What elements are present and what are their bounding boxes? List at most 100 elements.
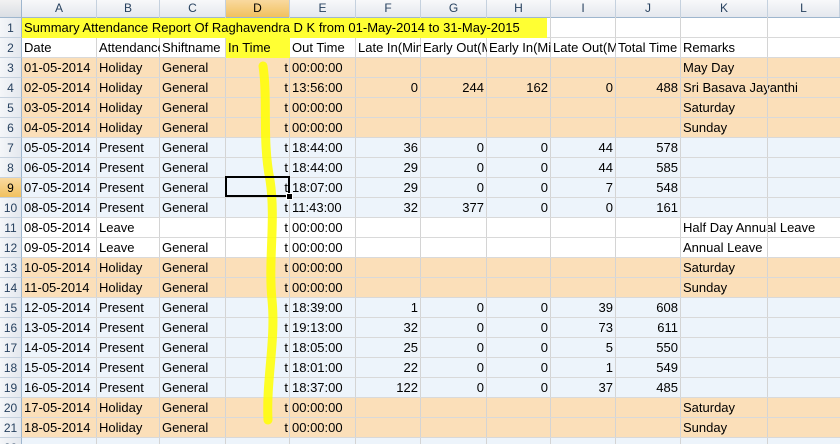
table-cell[interactable]: General xyxy=(160,298,226,318)
table-cell[interactable]: Saturday xyxy=(681,98,768,118)
table-cell[interactable]: Saturday xyxy=(681,398,768,418)
table-cell[interactable] xyxy=(616,438,681,444)
table-cell[interactable]: 00:00:00 xyxy=(290,58,356,78)
table-cell[interactable]: Sunday xyxy=(681,418,768,438)
table-cell[interactable]: 0 xyxy=(421,358,487,378)
table-cell[interactable] xyxy=(487,98,551,118)
table-cell[interactable]: General xyxy=(160,158,226,178)
table-cell[interactable] xyxy=(356,258,421,278)
column-header-d[interactable]: D xyxy=(226,0,290,17)
table-cell[interactable]: 00:00:00 xyxy=(290,98,356,118)
table-cell[interactable]: 32 xyxy=(356,198,421,218)
table-cell[interactable]: t xyxy=(226,358,290,378)
table-cell[interactable] xyxy=(487,118,551,138)
table-cell[interactable] xyxy=(681,358,768,378)
table-cell[interactable] xyxy=(421,118,487,138)
table-cell[interactable] xyxy=(226,438,290,444)
table-cell[interactable]: 0 xyxy=(421,338,487,358)
table-cell[interactable] xyxy=(421,398,487,418)
header-cell[interactable]: Late Out(Mins) xyxy=(551,38,616,58)
table-cell[interactable]: 0 xyxy=(487,338,551,358)
table-cell[interactable]: 0 xyxy=(551,198,616,218)
table-cell[interactable]: 39 xyxy=(551,298,616,318)
table-cell[interactable]: 00:00:00 xyxy=(290,418,356,438)
table-cell[interactable]: Saturday xyxy=(681,258,768,278)
column-header-e[interactable]: E xyxy=(290,0,356,17)
table-cell[interactable]: 18:44:00 xyxy=(290,138,356,158)
header-cell[interactable]: Early Out(Mins) xyxy=(421,38,487,58)
header-cell[interactable]: Date xyxy=(22,38,97,58)
row-header-20[interactable]: 20 xyxy=(0,398,22,418)
table-cell[interactable] xyxy=(551,398,616,418)
table-cell[interactable]: 37 xyxy=(551,378,616,398)
table-cell[interactable]: May Day xyxy=(681,58,768,78)
table-cell[interactable]: Present xyxy=(97,158,160,178)
table-cell[interactable]: Leave xyxy=(97,218,160,238)
table-cell[interactable]: General xyxy=(160,78,226,98)
table-cell[interactable]: Holiday xyxy=(97,258,160,278)
table-cell[interactable] xyxy=(616,398,681,418)
column-header-k[interactable]: K xyxy=(681,0,768,17)
header-cell[interactable]: Attendance xyxy=(97,38,160,58)
table-cell[interactable] xyxy=(356,418,421,438)
table-cell[interactable]: 611 xyxy=(616,318,681,338)
table-cell[interactable]: t xyxy=(226,138,290,158)
table-cell[interactable]: t xyxy=(226,378,290,398)
table-cell[interactable]: Present xyxy=(97,378,160,398)
table-cell[interactable]: 0 xyxy=(356,78,421,98)
table-cell[interactable]: 00:00:00 xyxy=(290,218,356,238)
header-cell[interactable]: Out Time xyxy=(290,38,356,58)
table-cell[interactable] xyxy=(681,158,768,178)
table-cell[interactable]: t xyxy=(226,218,290,238)
table-cell[interactable]: Holiday xyxy=(97,98,160,118)
table-cell[interactable]: 29 xyxy=(356,178,421,198)
table-cell[interactable] xyxy=(551,98,616,118)
table-cell[interactable] xyxy=(616,238,681,258)
table-cell[interactable] xyxy=(356,278,421,298)
table-cell[interactable]: 488 xyxy=(616,78,681,98)
table-cell[interactable] xyxy=(421,438,487,444)
column-header-a[interactable]: A xyxy=(22,0,97,17)
row-header-13[interactable]: 13 xyxy=(0,258,22,278)
table-cell[interactable]: Sunday xyxy=(681,278,768,298)
table-cell[interactable]: 13-05-2014 xyxy=(22,318,97,338)
table-cell[interactable] xyxy=(616,218,681,238)
table-cell[interactable]: 548 xyxy=(616,178,681,198)
table-cell[interactable] xyxy=(487,58,551,78)
table-cell[interactable] xyxy=(681,298,768,318)
table-cell[interactable]: Holiday xyxy=(97,58,160,78)
table-cell[interactable] xyxy=(160,438,226,444)
row-header-11[interactable]: 11 xyxy=(0,218,22,238)
table-cell[interactable]: 0 xyxy=(551,78,616,98)
table-cell[interactable] xyxy=(487,218,551,238)
fill-handle[interactable] xyxy=(286,193,293,200)
table-cell[interactable]: 29 xyxy=(356,158,421,178)
table-cell[interactable]: t xyxy=(226,318,290,338)
table-cell[interactable] xyxy=(616,418,681,438)
table-cell[interactable] xyxy=(421,58,487,78)
table-cell[interactable]: General xyxy=(160,378,226,398)
table-cell[interactable]: General xyxy=(160,358,226,378)
row-header-22[interactable]: 22 xyxy=(0,438,22,444)
row-header-12[interactable]: 12 xyxy=(0,238,22,258)
column-header-b[interactable]: B xyxy=(97,0,160,17)
table-cell[interactable] xyxy=(551,418,616,438)
table-cell[interactable] xyxy=(487,278,551,298)
table-cell[interactable]: Present xyxy=(97,298,160,318)
table-cell[interactable]: General xyxy=(160,398,226,418)
row-header-3[interactable]: 3 xyxy=(0,58,22,78)
table-cell[interactable] xyxy=(421,218,487,238)
table-cell[interactable]: 00:00:00 xyxy=(290,118,356,138)
table-cell[interactable]: 162 xyxy=(487,78,551,98)
table-cell[interactable]: 578 xyxy=(616,138,681,158)
table-cell[interactable] xyxy=(551,438,616,444)
table-cell[interactable] xyxy=(421,238,487,258)
table-cell[interactable] xyxy=(421,278,487,298)
active-cell-d9[interactable] xyxy=(225,176,290,197)
table-cell[interactable]: 244 xyxy=(421,78,487,98)
table-cell[interactable]: Present xyxy=(97,358,160,378)
table-cell[interactable]: 18-05-2014 xyxy=(22,418,97,438)
table-cell[interactable]: General xyxy=(160,418,226,438)
table-cell[interactable] xyxy=(487,238,551,258)
table-cell[interactable]: Sunday xyxy=(681,118,768,138)
